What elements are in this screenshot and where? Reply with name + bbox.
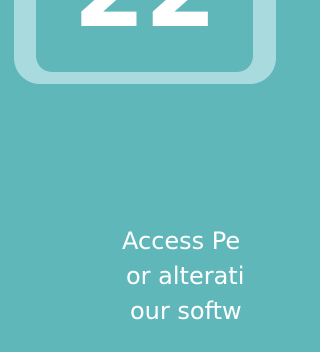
number-badge: 22	[14, 0, 276, 84]
number-badge-panel: 22	[36, 0, 253, 72]
body-text-line-1: Access Pe	[122, 227, 241, 255]
badge-number: 22	[36, 0, 253, 42]
body-text-line-3: our softw	[130, 297, 242, 325]
body-text-line-2: or alterati	[126, 262, 245, 290]
page: 22 Access Pe or alterati our softw	[0, 0, 286, 352]
